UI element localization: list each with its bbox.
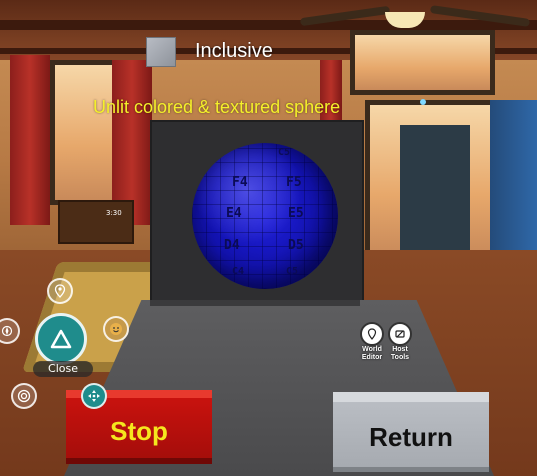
world-editor-icon: [360, 322, 384, 346]
sphere-label: C5: [278, 147, 291, 158]
sphere-label: C4: [232, 266, 245, 277]
compass-icon: [1, 325, 13, 337]
sphere-label: C5: [286, 266, 299, 277]
host-tools-tool[interactable]: Host Tools: [387, 322, 413, 362]
emoji-button[interactable]: [103, 316, 129, 342]
location-pin-button[interactable]: [47, 278, 73, 304]
triangle-icon: [50, 329, 72, 349]
close-label: Close: [33, 361, 93, 377]
stop-button-label: Stop: [110, 415, 168, 446]
pointer-cursor: [420, 99, 426, 105]
host-tools-label: Host Tools: [390, 346, 410, 361]
sphere-label: D4: [224, 238, 240, 253]
city-building: [400, 125, 470, 250]
sphere-label: E5: [288, 206, 304, 221]
game-scene: 3:30 C5 F4 F5 E4 E5 D4 D5 C4 C5 Inclusiv…: [0, 0, 537, 476]
sphere-label: E4: [226, 206, 242, 221]
return-button-label: Return: [369, 421, 453, 452]
world-editor-tool[interactable]: World Editor: [359, 322, 385, 362]
world-editor-label: World Editor: [361, 346, 383, 361]
host-tools-icon: [388, 322, 412, 346]
scene-title: Inclusive: [195, 40, 273, 62]
sphere-label: D5: [288, 238, 304, 253]
scene-subtitle: Unlit colored & textured sphere: [93, 97, 341, 117]
bookshelf: [58, 200, 134, 244]
return-button[interactable]: Return: [333, 392, 489, 472]
camera-button[interactable]: [11, 383, 37, 409]
ceiling-beam: [0, 20, 537, 30]
move-button[interactable]: [81, 383, 107, 409]
top-right-window: [350, 30, 495, 95]
move-icon: [88, 390, 100, 402]
sphere-label: F5: [286, 175, 302, 190]
close-menu-button[interactable]: [35, 313, 87, 365]
blue-door: [490, 100, 537, 275]
location-pin-icon: [54, 284, 66, 298]
sphere-grid: [192, 143, 338, 289]
target-icon: [17, 389, 31, 403]
textured-sphere: C5 F4 F5 E4 E5 D4 D5 C4 C5: [192, 143, 338, 289]
left-curtain: [10, 55, 50, 225]
emoji-icon: [110, 323, 122, 335]
floating-cube: [146, 37, 176, 67]
sphere-label: F4: [232, 175, 248, 190]
wall-clock: 3:30: [106, 209, 122, 217]
kiosk-ledge: [150, 300, 360, 306]
